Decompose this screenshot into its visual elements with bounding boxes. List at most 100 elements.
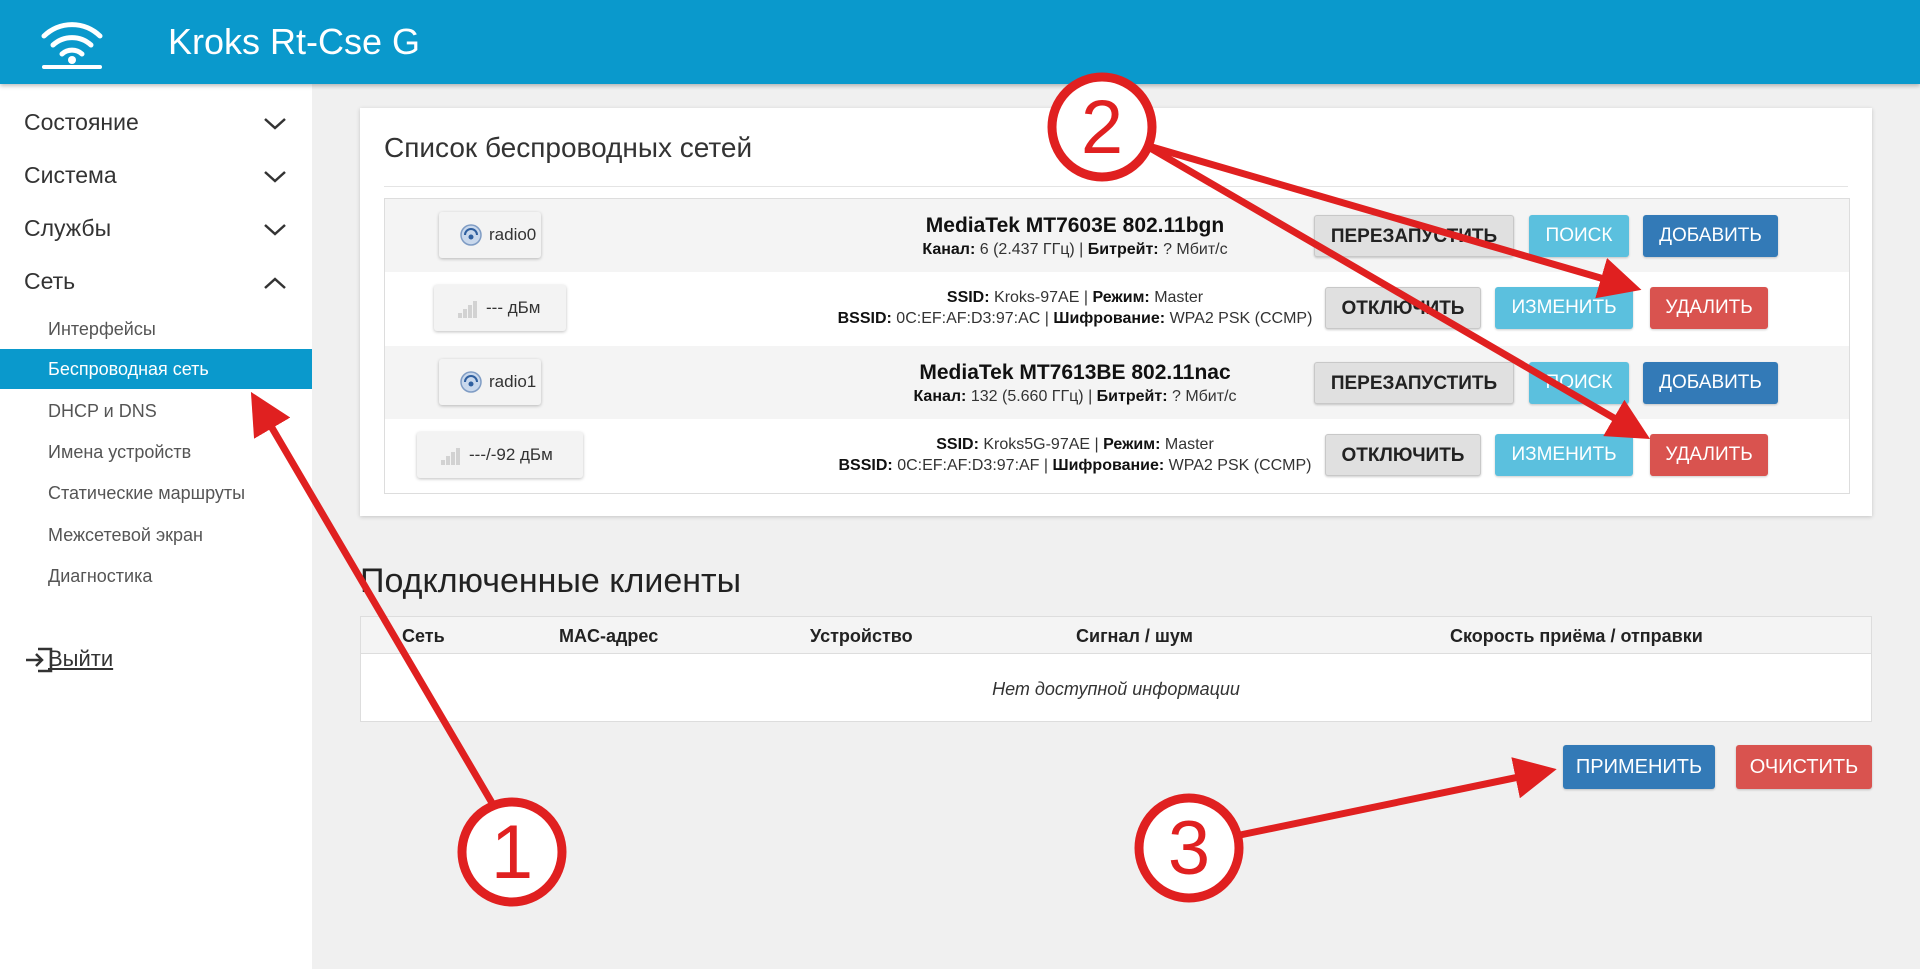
- annotation-marker-number: 1: [491, 810, 533, 895]
- mode-value: Master: [1154, 289, 1204, 306]
- column-header: Сигнал / шум: [1076, 626, 1193, 646]
- wireless-table: radio0 MediaTek MT7603E 802.11bgn Канал:…: [384, 198, 1850, 494]
- edit-network-button[interactable]: ИЗМЕНИТЬ: [1495, 287, 1633, 329]
- bitrate-value: ? Мбит/с: [1171, 388, 1237, 405]
- sidebar-subitem-label: Межсетевой экран: [48, 525, 203, 545]
- edit-network-button[interactable]: ИЗМЕНИТЬ: [1495, 434, 1633, 476]
- encryption-value: WPA2 PSK (CCMP): [1168, 457, 1312, 474]
- signal-value: --- дБм: [486, 298, 541, 317]
- column-header: MAC-адрес: [559, 626, 659, 646]
- restart-button[interactable]: ПЕРЕЗАПУСТИТЬ: [1314, 362, 1514, 404]
- clients-table: Сеть MAC-адрес Устройство Сигнал / шум С…: [360, 616, 1872, 722]
- sidebar-item-label: Состояние: [24, 109, 139, 135]
- column-header: Скорость приёма / отправки: [1450, 626, 1703, 646]
- wireless-radio-icon: [460, 224, 482, 246]
- sidebar-subitem-hostnames[interactable]: Имена устройств: [0, 432, 312, 472]
- signal-bars-icon: [458, 301, 477, 318]
- radio-badge: radio0: [439, 212, 541, 258]
- signal-value: ---/-92 дБм: [469, 445, 553, 464]
- sidebar-subitem-label: Имена устройств: [48, 442, 192, 462]
- app-title: Kroks Rt-Cse G: [168, 21, 421, 62]
- restart-button[interactable]: ПЕРЕЗАПУСТИТЬ: [1314, 215, 1514, 257]
- sidebar-item-services[interactable]: Службы: [0, 205, 312, 255]
- network-row: ---/-92 дБм SSID: Kroks5G-97AE | Режим: …: [385, 419, 1849, 492]
- empty-state: Нет доступной информации: [992, 679, 1240, 699]
- delete-network-button[interactable]: УДАЛИТЬ: [1650, 287, 1768, 329]
- scan-button[interactable]: ПОИСК: [1529, 362, 1629, 404]
- radio-name: radio1: [489, 372, 537, 391]
- sidebar-item-label: Сеть: [24, 268, 76, 294]
- sidebar-subitem-static-routes[interactable]: Статические маршруты: [0, 473, 312, 513]
- sidebar-subitem-label: Интерфейсы: [48, 319, 156, 339]
- chevron-down-icon: [264, 171, 286, 183]
- section-title: Список беспроводных сетей: [384, 132, 753, 163]
- sidebar-item-label: Система: [24, 162, 117, 188]
- annotation-marker-number: 3: [1168, 806, 1210, 891]
- network-row: --- дБм SSID: Kroks-97AE | Режим: Master…: [385, 272, 1849, 345]
- top-bar: Kroks Rt-Cse G: [0, 0, 1920, 84]
- sidebar-subitem-dhcp-dns[interactable]: DHCP и DNS: [0, 391, 312, 431]
- mode-value: Master: [1164, 436, 1214, 453]
- sidebar-subitem-wireless[interactable]: Беспроводная сеть: [0, 349, 312, 389]
- add-network-button[interactable]: ДОБАВИТЬ: [1643, 215, 1778, 257]
- channel-value: 6 (2.437 ГГц): [979, 241, 1075, 258]
- apply-button[interactable]: ПРИМЕНИТЬ: [1563, 745, 1715, 789]
- encryption-value: WPA2 PSK (CCMP): [1169, 310, 1313, 327]
- sidebar-subitem-diagnostics[interactable]: Диагностика: [0, 556, 312, 596]
- signal-badge: ---/-92 дБм: [417, 432, 583, 478]
- column-header: Сеть: [402, 626, 445, 646]
- bssid-value: 0C:EF:AF:D3:97:AC: [896, 310, 1041, 327]
- annotation-marker: [1134, 793, 1244, 903]
- column-header: Устройство: [810, 626, 913, 646]
- ssid-label: SSID:: [946, 289, 990, 306]
- disable-network-button[interactable]: ОТКЛЮЧИТЬ: [1325, 287, 1481, 329]
- delete-network-button[interactable]: УДАЛИТЬ: [1650, 434, 1768, 476]
- channel-label: Канал:: [913, 388, 967, 405]
- ssid-value: Kroks-97AE: [994, 289, 1080, 306]
- device-row: radio0 MediaTek MT7603E 802.11bgn Канал:…: [385, 199, 1849, 272]
- signal-badge: --- дБм: [434, 285, 566, 331]
- sidebar-subitem-label: Статические маршруты: [48, 483, 246, 503]
- bitrate-label: Битрейт:: [1087, 241, 1159, 258]
- encryption-label: Шифрование:: [1052, 457, 1165, 474]
- chevron-down-icon: [264, 118, 286, 130]
- scan-button[interactable]: ПОИСК: [1529, 215, 1629, 257]
- sidebar-subitem-interfaces[interactable]: Интерфейсы: [0, 309, 312, 349]
- radio-badge: radio1: [439, 359, 541, 405]
- wireless-networks-card: Список беспроводных сетей radio0 MediaTe…: [360, 108, 1872, 516]
- mode-label: Режим:: [1092, 289, 1150, 306]
- wireless-radio-icon: [460, 371, 482, 393]
- channel-label: Канал:: [922, 241, 976, 258]
- bssid-label: BSSID:: [838, 457, 893, 474]
- bssid-label: BSSID:: [837, 310, 892, 327]
- device-row: radio1 MediaTek MT7613BE 802.11nac Канал…: [385, 346, 1849, 419]
- signal-bars-icon: [441, 448, 460, 465]
- bssid-value: 0C:EF:AF:D3:97:AF: [897, 457, 1040, 474]
- encryption-label: Шифрование:: [1053, 310, 1166, 327]
- annotation-arrow: [1239, 757, 1557, 839]
- sidebar-item-network[interactable]: Сеть: [0, 258, 312, 308]
- ssid-label: SSID:: [936, 436, 979, 453]
- sidebar: Состояние Система Службы Сеть Интерфейсы…: [0, 84, 312, 969]
- clients-title: Подключенные клиенты: [360, 562, 742, 600]
- sidebar-item-status[interactable]: Состояние: [0, 99, 312, 149]
- sidebar-subitem-firewall[interactable]: Межсетевой экран: [0, 515, 312, 555]
- sidebar-item-system[interactable]: Система: [0, 152, 312, 202]
- chevron-up-icon: [264, 277, 286, 289]
- sidebar-subitem-label: DHCP и DNS: [48, 401, 157, 421]
- clients-table-header: Сеть MAC-адрес Устройство Сигнал / шум С…: [361, 617, 1871, 654]
- annotation-marker: [457, 797, 567, 907]
- sidebar-subitem-label: Беспроводная сеть: [48, 359, 209, 379]
- chevron-down-icon: [264, 224, 286, 236]
- logout-label: Выйти: [48, 646, 114, 671]
- add-network-button[interactable]: ДОБАВИТЬ: [1643, 362, 1778, 404]
- mode-label: Режим:: [1103, 436, 1161, 453]
- radio-name: radio0: [489, 225, 537, 244]
- sidebar-subitem-label: Диагностика: [48, 566, 153, 586]
- wifi-router-icon: [41, 22, 103, 69]
- reset-button[interactable]: ОЧИСТИТЬ: [1736, 745, 1872, 789]
- sidebar-item-label: Службы: [24, 215, 112, 241]
- disable-network-button[interactable]: ОТКЛЮЧИТЬ: [1325, 434, 1481, 476]
- divider: [384, 186, 1848, 187]
- channel-value: 132 (5.660 ГГц): [970, 388, 1084, 405]
